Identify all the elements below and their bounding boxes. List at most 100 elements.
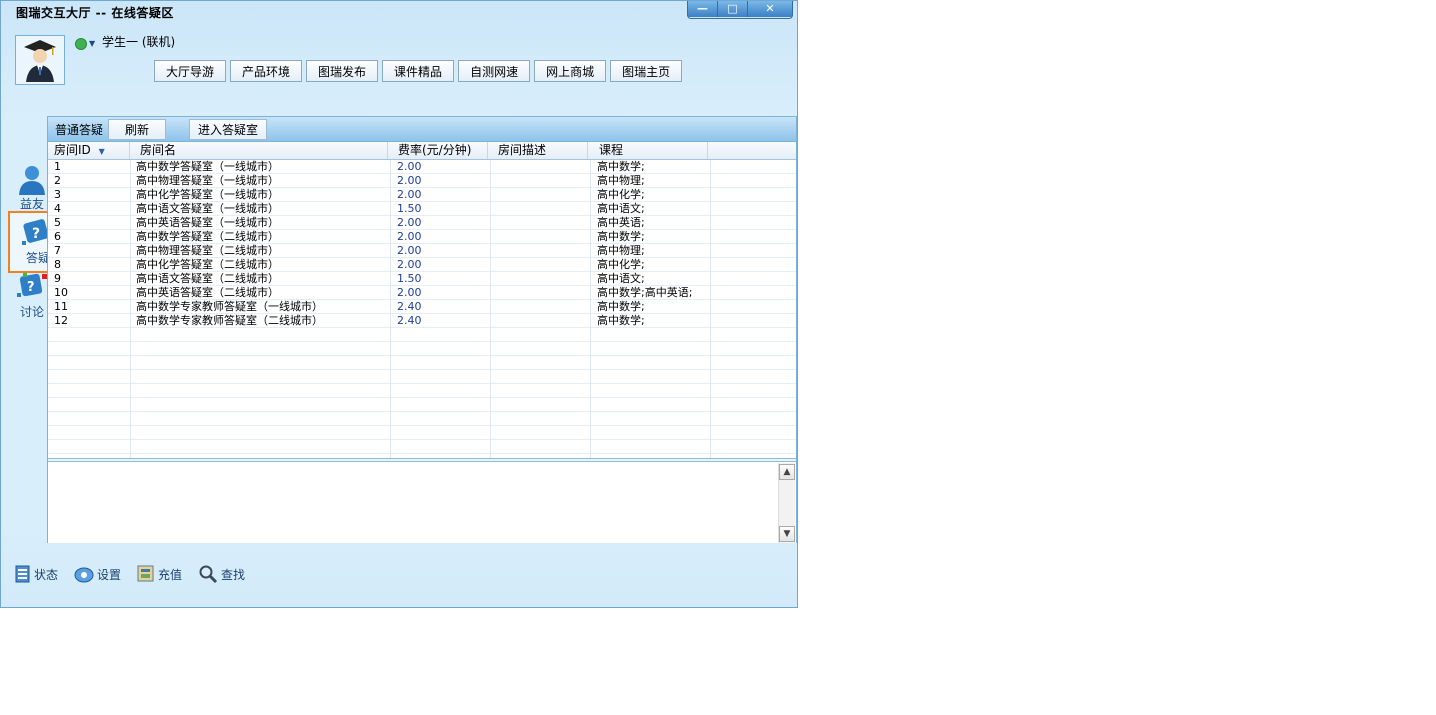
table-row[interactable] xyxy=(48,384,796,398)
enter-room-button[interactable]: 进入答疑室 xyxy=(189,119,268,140)
panel-toolbar: 普通答疑 刷新 进入答疑室 xyxy=(48,117,796,142)
nav-speedtest-button[interactable]: 自测网速 xyxy=(458,60,531,82)
table-cell-course: 高中数学;高中英语; xyxy=(597,286,693,299)
room-detail-area[interactable]: ▲ ▼ xyxy=(48,463,796,543)
online-status-icon[interactable] xyxy=(75,38,87,50)
table-row[interactable]: 2 高中物理答疑室（一线城市） 2.00 高中物理; xyxy=(48,174,796,188)
col-header-rate[interactable]: 费率(元/分钟) xyxy=(388,142,488,159)
table-cell-name: 高中化学答疑室（二线城市） xyxy=(136,258,279,271)
table-cell-desc xyxy=(497,216,587,230)
table-row[interactable]: 7 高中物理答疑室（二线城市） 2.00 高中物理; xyxy=(48,244,796,258)
tab-normal-qa[interactable]: 普通答疑 xyxy=(49,119,109,140)
splitter[interactable] xyxy=(48,458,796,462)
table-row[interactable] xyxy=(48,356,796,370)
table-row[interactable]: 5 高中英语答疑室（一线城市） 2.00 高中英语; xyxy=(48,216,796,230)
status-icon xyxy=(15,565,30,583)
table-cell-rate: 1.50 xyxy=(397,202,422,215)
table-row[interactable]: 3 高中化学答疑室（一线城市） 2.00 高中化学; xyxy=(48,188,796,202)
refresh-button[interactable]: 刷新 xyxy=(108,119,167,140)
table-row[interactable]: 1 高中数学答疑室（一线城市） 2.00 高中数学; xyxy=(48,160,796,174)
col-divider xyxy=(490,160,491,458)
table-cell-id: 8 xyxy=(54,258,61,271)
main-window: 图瑞交互大厅 -- 在线答疑区 — □ ✕ ▼ 学生一 (联机) 大厅导游 产品… xyxy=(0,0,798,608)
col-divider xyxy=(590,160,591,458)
table-cell-id: 3 xyxy=(54,188,61,201)
user-avatar[interactable] xyxy=(15,35,65,85)
col-divider xyxy=(710,160,711,458)
settings-button[interactable]: 设置 xyxy=(74,565,121,583)
table-cell-name: 高中语文答疑室（一线城市） xyxy=(136,202,279,215)
table-cell-id: 1 xyxy=(54,160,61,173)
col-header-room-id[interactable]: 房间ID ▼ xyxy=(48,142,130,159)
table-row[interactable] xyxy=(48,440,796,454)
top-nav: 大厅导游 产品环境 图瑞发布 课件精品 自测网速 网上商城 图瑞主页 xyxy=(154,60,683,82)
table-row[interactable]: 11 高中数学专家教师答疑室（一线城市） 2.40 高中数学; xyxy=(48,300,796,314)
col-divider xyxy=(390,160,391,458)
detail-scrollbar[interactable]: ▲ ▼ xyxy=(778,463,795,543)
search-button[interactable]: 查找 xyxy=(198,564,245,584)
table-row[interactable]: 9 高中语文答疑室（二线城市） 1.50 高中语文; xyxy=(48,272,796,286)
table-row[interactable] xyxy=(48,398,796,412)
table-cell-course: 高中语文; xyxy=(597,272,645,285)
qa-room-panel: 普通答疑 刷新 进入答疑室 房间ID ▼ 房间名 费率(元/分钟) 房间描述 课… xyxy=(47,116,797,543)
recharge-button[interactable]: 充值 xyxy=(137,565,182,583)
scroll-down-button[interactable]: ▼ xyxy=(779,526,795,542)
settings-icon xyxy=(74,567,94,583)
table-row[interactable] xyxy=(48,370,796,384)
table-cell-name: 高中数学答疑室（二线城市） xyxy=(136,230,279,243)
close-button[interactable]: ✕ xyxy=(748,1,792,17)
table-cell-id: 2 xyxy=(54,174,61,187)
table-row[interactable]: 8 高中化学答疑室（二线城市） 2.00 高中化学; xyxy=(48,258,796,272)
nav-release-button[interactable]: 图瑞发布 xyxy=(306,60,379,82)
table-row[interactable] xyxy=(48,412,796,426)
table-cell-desc xyxy=(497,286,587,300)
nav-courseware-button[interactable]: 课件精品 xyxy=(382,60,455,82)
nav-product-env-button[interactable]: 产品环境 xyxy=(230,60,303,82)
table-cell-rate: 2.40 xyxy=(397,314,422,327)
search-icon xyxy=(199,565,218,584)
table-row[interactable] xyxy=(48,426,796,440)
col-header-course[interactable]: 课程 xyxy=(588,142,708,159)
col-header-description[interactable]: 房间描述 xyxy=(488,142,588,159)
table-cell-rate: 2.00 xyxy=(397,286,422,299)
table-cell-id: 11 xyxy=(54,300,68,313)
col-header-room-name[interactable]: 房间名 xyxy=(130,142,388,159)
table-row[interactable] xyxy=(48,342,796,356)
table-cell-desc xyxy=(497,258,587,272)
table-cell-course: 高中化学; xyxy=(597,258,645,271)
table-cell-course: 高中数学; xyxy=(597,160,645,173)
table-cell-course: 高中物理; xyxy=(597,244,645,257)
table-cell-desc xyxy=(497,272,587,286)
table-cell-desc xyxy=(497,174,587,188)
scroll-up-button[interactable]: ▲ xyxy=(779,464,795,480)
table-cell-desc xyxy=(497,314,587,328)
table-cell-course: 高中数学; xyxy=(597,300,645,313)
nav-home-button[interactable]: 图瑞主页 xyxy=(610,60,683,82)
table-cell-name: 高中数学专家教师答疑室（二线城市） xyxy=(136,314,323,327)
table-cell-id: 10 xyxy=(54,286,68,299)
table-cell-rate: 2.00 xyxy=(397,160,422,173)
table-row[interactable] xyxy=(48,328,796,342)
table-row[interactable]: 10 高中英语答疑室（二线城市） 2.00 高中数学;高中英语; xyxy=(48,286,796,300)
table-cell-desc xyxy=(497,202,587,216)
table-cell-desc xyxy=(497,188,587,202)
table-row[interactable]: 4 高中语文答疑室（一线城市） 1.50 高中语文; xyxy=(48,202,796,216)
table-cell-rate: 2.00 xyxy=(397,230,422,243)
status-button[interactable]: 状态 xyxy=(15,565,58,583)
minimize-button[interactable]: — xyxy=(688,1,718,17)
table-cell-name: 高中物理答疑室（二线城市） xyxy=(136,244,279,257)
status-label: 状态 xyxy=(34,567,59,582)
room-table: 1 高中数学答疑室（一线城市） 2.00 高中数学; 2 高中物理答疑室（一线城市） 2.0… xyxy=(48,160,796,458)
window-controls: — □ ✕ xyxy=(687,1,793,19)
table-cell-rate: 2.00 xyxy=(397,244,422,257)
table-row[interactable]: 12 高中数学专家教师答疑室（二线城市） 2.40 高中数学; xyxy=(48,314,796,328)
table-cell-rate: 2.00 xyxy=(397,174,422,187)
nav-hall-guide-button[interactable]: 大厅导游 xyxy=(154,60,227,82)
nav-shop-button[interactable]: 网上商城 xyxy=(534,60,607,82)
maximize-button[interactable]: □ xyxy=(718,1,748,17)
user-name: 学生一 (联机) xyxy=(102,35,176,49)
title-bar[interactable]: 图瑞交互大厅 -- 在线答疑区 — □ ✕ xyxy=(1,1,797,23)
table-cell-id: 7 xyxy=(54,244,61,257)
table-row[interactable]: 6 高中数学答疑室（二线城市） 2.00 高中数学; xyxy=(48,230,796,244)
status-dropdown-icon[interactable]: ▼ xyxy=(89,39,95,48)
